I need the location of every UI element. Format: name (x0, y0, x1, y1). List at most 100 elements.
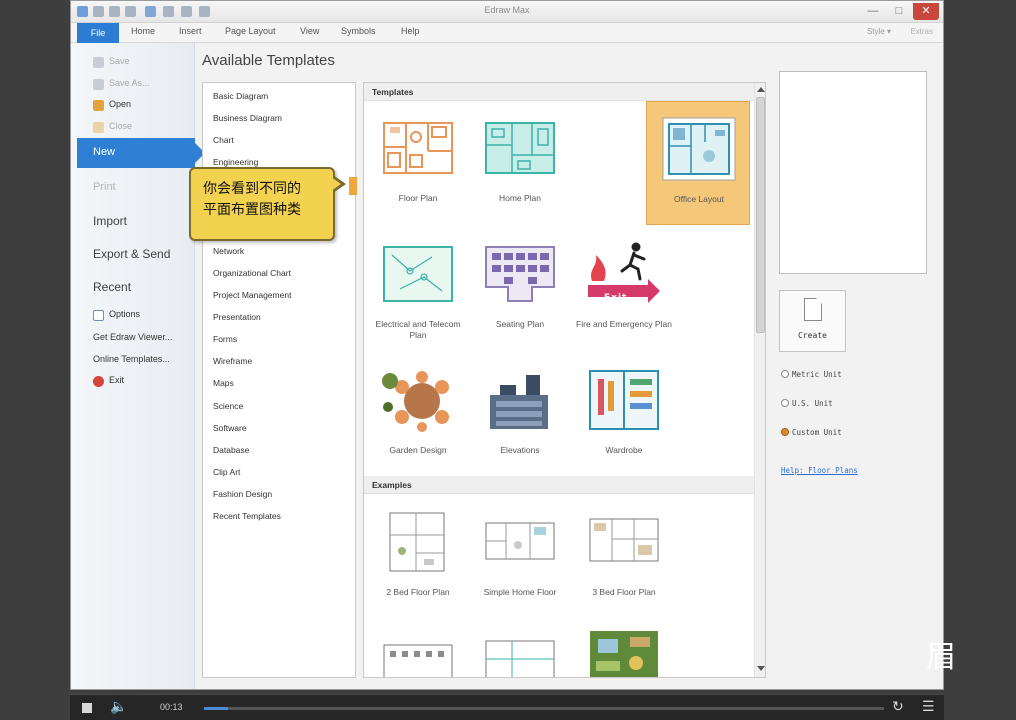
template-garden-design[interactable]: Garden Design (366, 353, 470, 477)
callout-bubble: 你会看到不同的 平面布置图种类 (189, 167, 335, 241)
templates-section-header: Templates (364, 83, 754, 101)
unit-custom-radio[interactable]: Custom Unit (781, 428, 842, 437)
example-3-bed-floor-plan[interactable]: 3 Bed Floor Plan (572, 495, 676, 619)
template-garden-design-label: Garden Design (389, 445, 447, 455)
playlist-icon[interactable]: ☰ (922, 698, 935, 715)
example-garden-partial[interactable] (572, 623, 676, 677)
category-chart[interactable]: Chart (213, 135, 234, 145)
examples-section-header: Examples (364, 476, 754, 494)
unit-metric-radio[interactable]: Metric Unit (781, 370, 842, 379)
maximize-button[interactable]: □ (887, 3, 911, 20)
category-science[interactable]: Science (213, 401, 243, 411)
category-software[interactable]: Software (213, 423, 247, 433)
category-fashion-design[interactable]: Fashion Design (213, 489, 272, 499)
open-icon (93, 100, 104, 111)
tab-insert[interactable]: Insert (179, 26, 202, 36)
menu-close[interactable]: Close (93, 121, 132, 133)
exit-sign-text: Exit (604, 293, 628, 303)
electrical-plan-thumb-icon (383, 246, 453, 302)
menu-online-templates[interactable]: Online Templates... (93, 354, 170, 364)
exit-icon (93, 376, 104, 387)
close-file-icon (93, 122, 104, 133)
menu-recent[interactable]: Recent (93, 280, 131, 294)
floor-plan-category-marker (349, 177, 357, 195)
template-elevations[interactable]: Elevations (468, 353, 572, 477)
tab-page-layout[interactable]: Page Layout (225, 26, 276, 36)
template-home-plan[interactable]: Home Plan (468, 101, 572, 225)
category-wireframe[interactable]: Wireframe (213, 356, 252, 366)
menu-open[interactable]: Open (93, 99, 131, 111)
menu-get-viewer[interactable]: Get Edraw Viewer... (93, 332, 172, 342)
tab-home[interactable]: Home (131, 26, 155, 36)
save-icon (93, 57, 104, 68)
extras-label[interactable]: Extras (910, 27, 933, 36)
template-fire-emergency-plan-label: Fire and Emergency Plan (576, 319, 672, 329)
template-seating-plan[interactable]: Seating Plan (468, 227, 572, 351)
callout-line-2: 平面布置图种类 (203, 202, 301, 218)
templates-panel: Templates Floor Plan Home Plan Office La… (363, 82, 766, 678)
menu-new[interactable]: New (77, 138, 205, 168)
category-database[interactable]: Database (213, 445, 249, 455)
elevations-thumb-icon (490, 375, 548, 429)
template-fire-emergency-plan[interactable]: Exit Fire and Emergency Plan (572, 227, 676, 351)
menu-print[interactable]: Print (93, 181, 116, 193)
category-clip-art[interactable]: Clip Art (213, 467, 240, 477)
tab-symbols[interactable]: Symbols (341, 26, 376, 36)
menu-export-send[interactable]: Export & Send (93, 247, 170, 261)
menu-save-as[interactable]: Save As... (93, 78, 150, 90)
tab-view[interactable]: View (300, 26, 319, 36)
template-floor-plan[interactable]: Floor Plan (366, 101, 470, 225)
template-electrical-telecom-plan[interactable]: Electrical and Telecom Plan (366, 227, 470, 351)
template-elevations-label: Elevations (500, 445, 540, 455)
category-network[interactable]: Network (213, 246, 244, 256)
scroll-up-icon[interactable] (757, 87, 765, 92)
stop-icon[interactable] (82, 703, 92, 713)
title-bar: Edraw Max — □ ✕ (71, 1, 943, 23)
style-dropdown[interactable]: Style ▾ (867, 27, 891, 36)
template-office-layout-label: Office Layout (674, 194, 724, 204)
create-button[interactable]: Create (779, 290, 846, 352)
example-simple-home-floor-label: Simple Home Floor (483, 587, 557, 597)
office-example-thumb-icon (383, 644, 453, 677)
category-forms[interactable]: Forms (213, 334, 237, 344)
menu-save[interactable]: Save (93, 56, 130, 68)
menu-exit[interactable]: Exit (93, 375, 124, 387)
example-2-bed-floor-plan[interactable]: 2 Bed Floor Plan (366, 495, 470, 619)
apartment-example-thumb-icon (485, 640, 555, 677)
example-office-partial[interactable] (366, 623, 470, 677)
category-presentation[interactable]: Presentation (213, 312, 261, 322)
tab-file[interactable]: File (77, 23, 119, 43)
tutorial-callout: 你会看到不同的 平面布置图种类 (189, 167, 346, 241)
three-bed-plan-thumb-icon (589, 518, 659, 562)
template-office-layout[interactable]: Office Layout (646, 101, 750, 225)
minimize-button[interactable]: — (861, 3, 885, 20)
menu-options[interactable]: Options (93, 309, 140, 321)
scroll-down-icon[interactable] (757, 666, 765, 671)
two-bed-plan-thumb-icon (389, 512, 445, 572)
category-engineering[interactable]: Engineering (213, 157, 258, 167)
save-as-icon (93, 79, 104, 90)
example-simple-home-floor[interactable]: Simple Home Floor (468, 495, 572, 619)
tab-help[interactable]: Help (401, 26, 420, 36)
category-basic-diagram[interactable]: Basic Diagram (213, 91, 268, 101)
scrollbar-thumb[interactable] (756, 97, 765, 333)
template-wardrobe[interactable]: Wardrobe (572, 353, 676, 477)
category-maps[interactable]: Maps (213, 378, 234, 388)
wardrobe-thumb-icon (589, 370, 659, 430)
templates-scrollbar[interactable] (754, 83, 765, 677)
example-apartment-partial[interactable] (468, 623, 572, 677)
unit-us-radio[interactable]: U.S. Unit (781, 399, 833, 408)
garden-design-thumb-icon (382, 371, 449, 432)
menu-import[interactable]: Import (93, 214, 127, 228)
help-floor-plans-link[interactable]: Help: Floor Plans (781, 466, 858, 475)
close-button[interactable]: ✕ (913, 3, 939, 20)
seek-bar[interactable] (204, 707, 884, 710)
volume-icon[interactable]: 🔈 (110, 698, 127, 715)
category-recent-templates[interactable]: Recent Templates (213, 511, 281, 521)
replay-icon[interactable]: ↻ (892, 698, 904, 715)
category-project-management[interactable]: Project Management (213, 290, 291, 300)
edraw-window: Edraw Max — □ ✕ File Home Insert Page La… (70, 0, 944, 690)
category-organizational-chart[interactable]: Organizational Chart (213, 268, 291, 278)
callout-arrow-fill (331, 177, 341, 191)
category-business-diagram[interactable]: Business Diagram (213, 113, 282, 123)
